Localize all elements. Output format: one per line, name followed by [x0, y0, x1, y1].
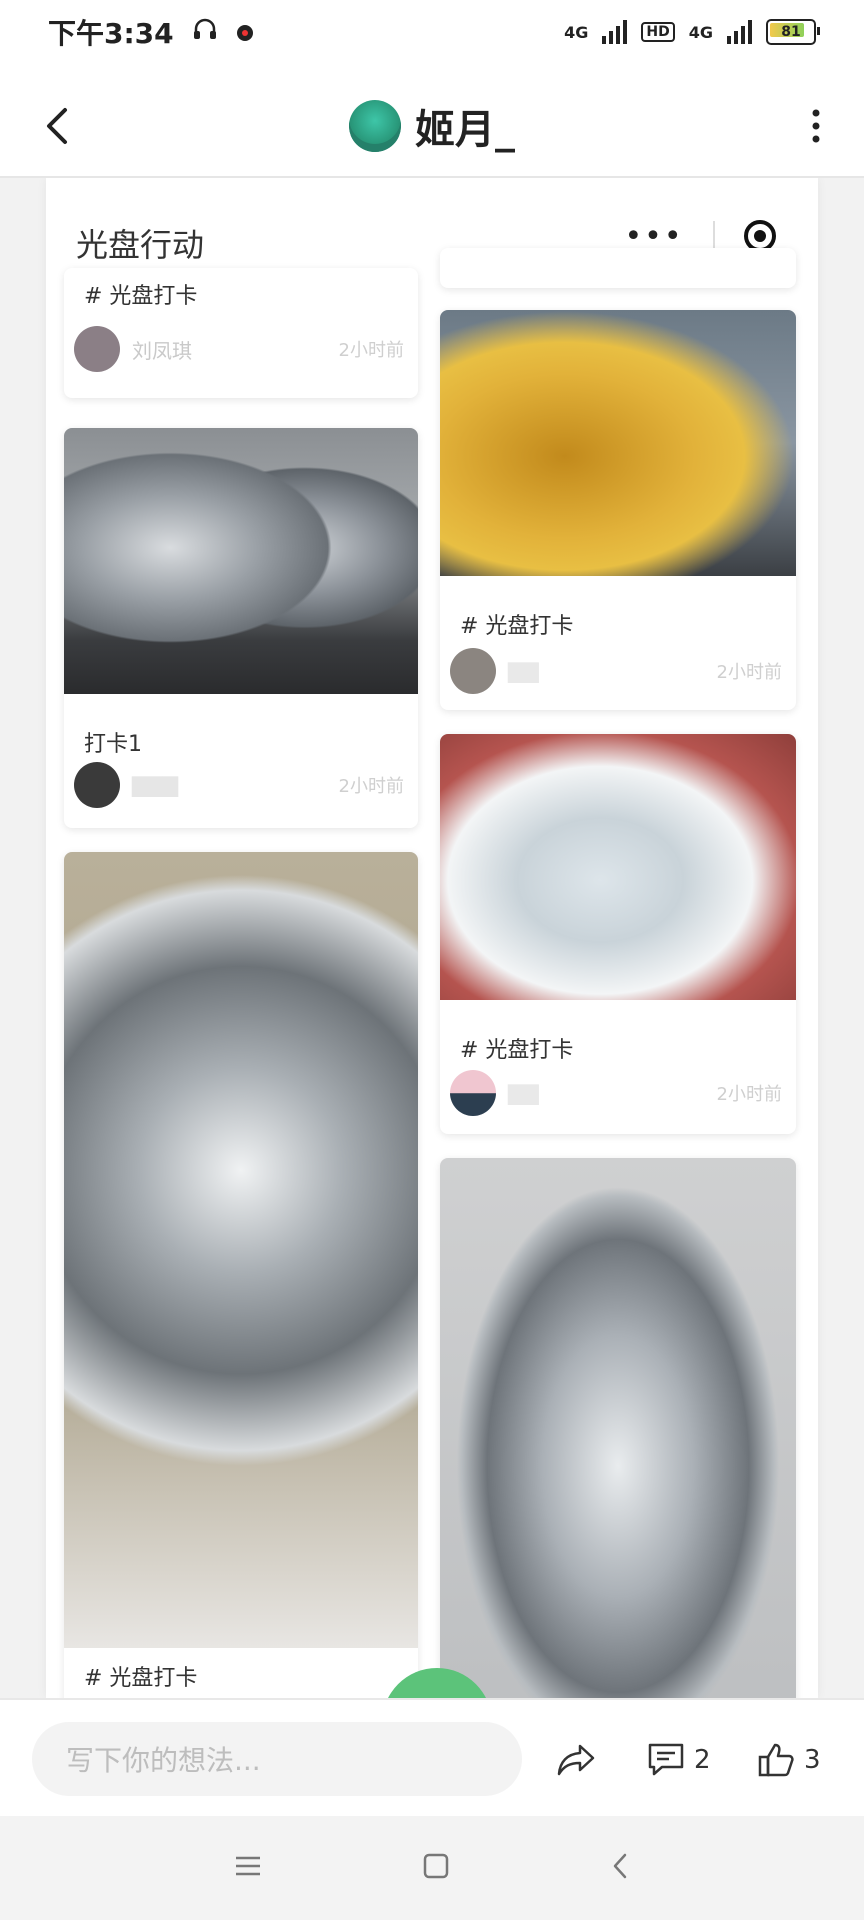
contact-avatar[interactable] — [349, 100, 401, 152]
author-avatar — [74, 762, 120, 808]
post-photo — [64, 852, 418, 1648]
signal-icon-2 — [727, 20, 752, 44]
nav-back-icon — [613, 1853, 627, 1879]
post-card — [440, 1158, 796, 1698]
share-button[interactable] — [556, 1730, 596, 1790]
comment-icon — [648, 1743, 684, 1776]
battery-level: 81 — [781, 24, 801, 40]
post-caption: # 光盘打卡 — [460, 614, 574, 639]
like-button[interactable]: 3 — [756, 1730, 821, 1790]
bottom-action-bar: 写下你的想法... 2 3 — [0, 1698, 864, 1818]
status-bar: 下午3:34 4G HD 4G 81 — [0, 0, 864, 64]
share-icon — [557, 1744, 595, 1776]
post-card: # 光盘打卡 ▇▇ 2小时前 — [440, 310, 796, 710]
chat-title: 姬月_ — [415, 107, 515, 153]
capsule-divider — [713, 221, 715, 251]
back-arrow-icon — [47, 108, 67, 144]
menu-button[interactable] — [234, 1854, 262, 1882]
comment-button[interactable]: 2 — [646, 1730, 711, 1790]
headphones-icon — [192, 16, 218, 49]
mini-program-screenshot: 光盘行动 ••• # 光盘打卡 刘凤琪 2小时前 打卡1 ▇▇▇ 2小时前 # … — [46, 178, 818, 1698]
post-photo — [64, 428, 418, 694]
comment-input[interactable]: 写下你的想法... — [32, 1722, 522, 1796]
post-card-partial — [440, 248, 796, 288]
more-vertical-icon — [812, 109, 820, 143]
post-photo — [440, 310, 796, 576]
author-name: 刘凤琪 — [132, 338, 192, 363]
battery-icon: 81 — [766, 19, 820, 45]
author-avatar — [74, 326, 120, 372]
home-icon — [423, 1853, 449, 1879]
post-caption: # 光盘打卡 — [84, 1666, 198, 1691]
author-name-blurred: ▇▇ — [508, 1081, 539, 1105]
post-time: 2小时前 — [338, 776, 404, 797]
mini-program-title: 光盘行动 — [76, 226, 205, 264]
menu-icon — [236, 1856, 260, 1876]
post-meta: 刘凤琪 2小时前 — [74, 326, 404, 372]
post-card: # 光盘打卡 — [64, 852, 418, 1698]
post-meta: ▇▇▇ 2小时前 — [74, 762, 404, 808]
shared-image[interactable]: 光盘行动 ••• # 光盘打卡 刘凤琪 2小时前 打卡1 ▇▇▇ 2小时前 # … — [0, 178, 864, 1698]
post-photo — [440, 734, 796, 1000]
nav-back-button[interactable] — [610, 1851, 630, 1885]
author-name-blurred: ▇▇▇ — [132, 773, 179, 797]
like-icon — [758, 1743, 794, 1777]
home-button[interactable] — [422, 1852, 450, 1884]
post-caption: # 光盘打卡 — [460, 1038, 574, 1063]
post-card: # 光盘打卡 ▇▇ 2小时前 — [440, 734, 796, 1134]
post-card: # 光盘打卡 刘凤琪 2小时前 — [64, 268, 418, 398]
notification-icon — [236, 16, 254, 49]
like-count: 3 — [804, 1745, 821, 1775]
author-avatar — [450, 1070, 496, 1116]
hd-badge: HD — [641, 22, 675, 42]
author-name-blurred: ▇▇ — [508, 659, 539, 683]
system-nav-bar — [0, 1816, 864, 1920]
post-card: 打卡1 ▇▇▇ 2小时前 — [64, 428, 418, 828]
post-time: 2小时前 — [716, 662, 782, 683]
post-time: 2小时前 — [338, 340, 404, 361]
post-caption: # 光盘打卡 — [84, 284, 198, 309]
post-caption: 打卡1 — [84, 732, 142, 757]
chat-header: 姬月_ — [0, 76, 864, 178]
network-label-2: 4G — [688, 22, 713, 42]
back-button[interactable] — [30, 98, 86, 154]
more-button[interactable] — [788, 98, 844, 154]
author-avatar — [450, 648, 496, 694]
signal-icon — [602, 20, 628, 44]
network-label-1: 4G — [564, 22, 589, 42]
status-time: 下午3:34 — [48, 17, 174, 50]
post-meta: ▇▇ 2小时前 — [450, 1070, 782, 1116]
post-meta: ▇▇ 2小时前 — [450, 648, 782, 694]
comment-count: 2 — [694, 1745, 711, 1775]
post-time: 2小时前 — [716, 1084, 782, 1105]
post-photo — [440, 1158, 796, 1698]
